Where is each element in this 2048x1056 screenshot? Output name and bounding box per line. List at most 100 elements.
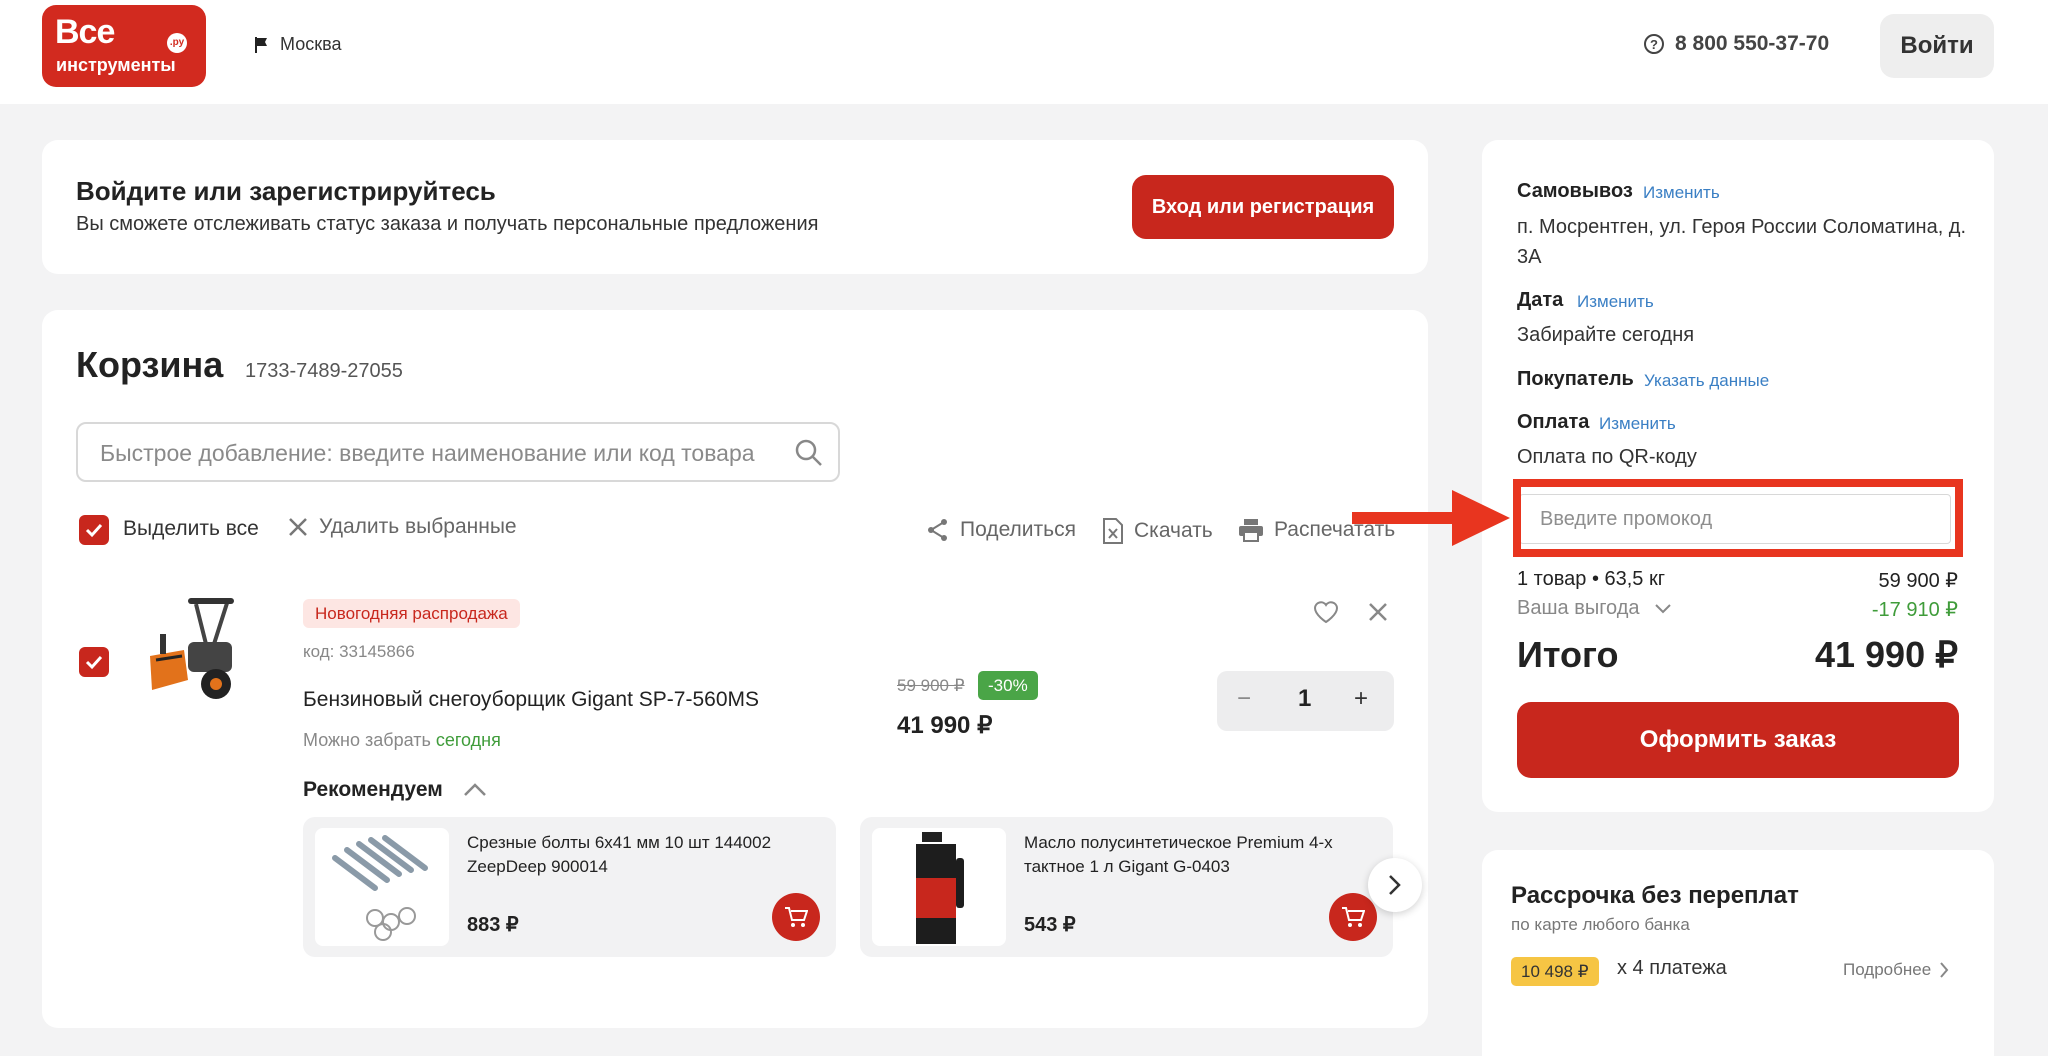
auth-banner-subtitle: Вы сможете отслеживать статус заказа и п… <box>76 213 819 235</box>
close-icon <box>1369 603 1387 621</box>
benefit-value: -17 910 ₽ <box>1871 599 1958 621</box>
quantity-value[interactable]: 1 <box>1298 685 1311 713</box>
favorite-button[interactable] <box>1313 600 1339 629</box>
download-label: Скачать <box>1134 519 1213 542</box>
cart-title: Корзина <box>76 344 224 385</box>
chevron-up-icon <box>463 783 486 796</box>
quick-add-input[interactable] <box>100 438 780 468</box>
chevron-right-icon <box>1389 875 1401 895</box>
logo-ru-badge: .ру <box>167 33 187 53</box>
date-value: Забирайте сегодня <box>1517 324 1695 346</box>
installment-amount: 10 498 ₽ <box>1511 957 1599 986</box>
share-icon <box>928 519 947 541</box>
pickup-address: п. Мосрентген, ул. Героя России Соломати… <box>1517 216 1967 268</box>
help-icon: ? <box>1644 34 1664 54</box>
installment-more-link[interactable]: Подробнее <box>1843 960 1949 980</box>
chevron-down-icon <box>1654 603 1671 613</box>
login-button[interactable]: Войти <box>1880 14 1994 78</box>
search-icon[interactable] <box>794 438 824 468</box>
payment-value: Оплата по QR-коду <box>1517 446 1697 468</box>
increase-quantity-button[interactable]: + <box>1354 685 1368 713</box>
old-price: 59 900 ₽ <box>897 676 965 695</box>
installment-more-label: Подробнее <box>1843 960 1932 979</box>
pickup-prefix: Можно забрать <box>303 730 436 750</box>
city-selector[interactable]: Москва <box>254 34 341 55</box>
logo-text-top: Все <box>55 13 115 51</box>
decrease-quantity-button[interactable]: − <box>1237 685 1251 713</box>
installment-title: Рассрочка без переплат <box>1511 882 1799 909</box>
site-header: Все .ру инструменты Москва ? 8 800 550-3… <box>0 0 2048 104</box>
installment-times: х 4 платежа <box>1617 957 1727 979</box>
installment-subtitle: по карте любого банка <box>1511 915 1690 934</box>
add-to-cart-button[interactable] <box>1329 893 1377 941</box>
share-label: Поделиться <box>960 518 1076 541</box>
buyer-label: Покупатель <box>1517 368 1634 390</box>
recommendation-card[interactable]: Срезные болты 6х41 мм 10 шт 144002 ZeepD… <box>303 817 836 957</box>
recommendation-name: Масло полусинтетическое Premium 4-х такт… <box>1024 833 1333 876</box>
recommendation-price: 883 ₽ <box>467 914 519 936</box>
total-value: 41 990 ₽ <box>1814 634 1958 675</box>
items-price: 59 900 ₽ <box>1878 570 1958 592</box>
change-payment-link[interactable]: Изменить <box>1599 414 1676 434</box>
city-name: Москва <box>280 34 342 54</box>
promo-highlight-box <box>1513 479 1963 557</box>
product-code: код: 33145866 <box>303 642 415 661</box>
product-image-oil <box>872 828 1006 946</box>
change-date-link[interactable]: Изменить <box>1577 292 1654 312</box>
close-icon <box>289 518 307 536</box>
phone-number: 8 800 550-37-70 <box>1675 32 1830 55</box>
benefit-toggle[interactable]: Ваша выгода <box>1517 597 1672 620</box>
item-checkbox[interactable] <box>79 647 109 677</box>
download-button[interactable]: Скачать <box>1102 518 1213 544</box>
remove-item-button[interactable] <box>1368 602 1388 627</box>
heart-icon <box>1313 601 1339 624</box>
cart-icon <box>785 907 808 927</box>
auth-banner-title: Войдите или зарегистрируйтесь <box>76 176 496 206</box>
recommendation-name: Срезные болты 6х41 мм 10 шт 144002 ZeepD… <box>467 833 772 876</box>
printer-icon <box>1239 519 1263 542</box>
checkmark-icon <box>85 655 103 670</box>
pickup-availability: Можно забрать сегодня <box>303 730 501 751</box>
select-all-checkbox[interactable] <box>79 515 109 545</box>
cart-code: 1733-7489-27055 <box>245 360 403 382</box>
delete-selected-label: Удалить выбранные <box>319 515 517 538</box>
sale-tag: Новогодняя распродажа <box>303 599 520 628</box>
login-register-button[interactable]: Вход или регистрация <box>1132 175 1394 239</box>
phone-contact[interactable]: ? 8 800 550-37-70 <box>1643 32 1829 56</box>
recommendations-next-button[interactable] <box>1368 858 1422 912</box>
delete-selected-button[interactable]: Удалить выбранные <box>287 515 517 539</box>
add-to-cart-button[interactable] <box>772 893 820 941</box>
recommendation-card[interactable]: Масло полусинтетическое Premium 4-х такт… <box>860 817 1393 957</box>
items-summary: 1 товар • 63,5 кг <box>1517 568 1666 590</box>
arrow-right-icon <box>1352 490 1510 546</box>
benefit-label: Ваша выгода <box>1517 597 1640 619</box>
select-all-label[interactable]: Выделить все <box>123 517 259 541</box>
product-image-snowblower[interactable] <box>136 594 264 710</box>
flag-icon <box>255 36 267 53</box>
current-price: 41 990 ₽ <box>897 712 993 739</box>
svg-text:?: ? <box>1650 37 1658 52</box>
recommend-title: Рекомендуем <box>303 778 443 801</box>
recommend-toggle[interactable]: Рекомендуем <box>303 778 487 802</box>
checkout-button[interactable]: Оформить заказ <box>1517 702 1959 778</box>
quantity-stepper: − 1 + <box>1217 671 1394 731</box>
logo-text-bottom: инструменты <box>56 55 176 75</box>
share-button[interactable]: Поделиться <box>926 518 1076 542</box>
date-label: Дата <box>1517 289 1564 311</box>
cart-icon <box>1342 907 1365 927</box>
buyer-details-link[interactable]: Указать данные <box>1644 371 1769 391</box>
product-image-bolts <box>315 828 449 946</box>
total-label: Итого <box>1517 634 1619 675</box>
payment-label: Оплата <box>1517 411 1590 433</box>
product-name-link[interactable]: Бензиновый снегоуборщик Gigant SP-7-560M… <box>303 688 759 712</box>
change-pickup-link[interactable]: Изменить <box>1643 183 1720 203</box>
site-logo[interactable]: Все .ру инструменты <box>42 5 206 87</box>
pickup-label: Самовывоз <box>1517 180 1633 202</box>
recommendation-price: 543 ₽ <box>1024 914 1076 936</box>
chevron-right-icon <box>1940 962 1949 978</box>
discount-badge: -30% <box>978 671 1038 700</box>
pickup-when: сегодня <box>435 730 501 750</box>
quick-add-search <box>76 422 840 482</box>
checkmark-icon <box>85 523 103 538</box>
installment-card <box>1482 850 1994 1056</box>
